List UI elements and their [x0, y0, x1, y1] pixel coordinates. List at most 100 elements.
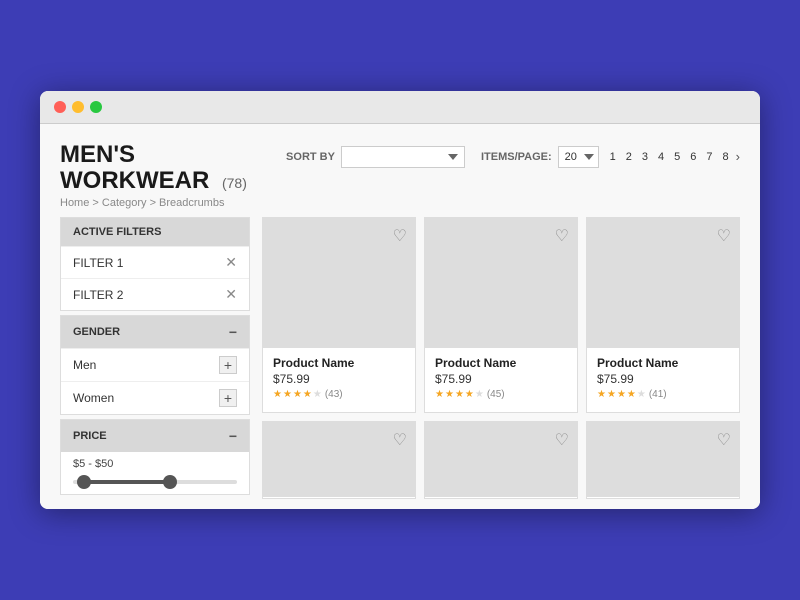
star-3-1: ★ — [597, 389, 606, 400]
star-2-1: ★ — [435, 389, 444, 400]
price-section: PRICE − $5 - $50 — [60, 419, 250, 495]
price-slider-min-thumb[interactable] — [77, 475, 91, 489]
star-2-2: ★ — [445, 389, 454, 400]
page-7[interactable]: 7 — [703, 150, 715, 164]
product-info-3: Product Name $75.99 ★ ★ ★ ★ ★ (41) — [587, 348, 739, 410]
product-image-4: ♡ — [263, 422, 415, 497]
price-label: PRICE — [73, 430, 107, 442]
browser-content: MEN'S WORKWEAR (78) Home > Category > Br… — [40, 124, 760, 510]
minimize-dot[interactable] — [72, 101, 84, 113]
sort-by-control: SORT BY Price: Low to High Price: High t… — [286, 146, 465, 168]
browser-window: MEN'S WORKWEAR (78) Home > Category > Br… — [40, 91, 760, 510]
gender-men-item: Men + — [61, 348, 249, 381]
breadcrumb: Home > Category > Breadcrumbs — [60, 197, 247, 209]
price-header[interactable]: PRICE − — [61, 420, 249, 452]
wishlist-btn-6[interactable]: ♡ — [717, 430, 731, 450]
wishlist-btn-3[interactable]: ♡ — [717, 226, 731, 246]
product-price-1: $75.99 — [273, 372, 405, 386]
star-3-4: ★ — [627, 389, 636, 400]
gender-women-label: Women — [73, 391, 114, 405]
gender-men-label: Men — [73, 358, 96, 372]
active-filters-section: ACTIVE FILTERS FILTER 1 ✕ FILTER 2 ✕ — [60, 217, 250, 311]
page-1[interactable]: 1 — [607, 150, 619, 164]
sidebar: ACTIVE FILTERS FILTER 1 ✕ FILTER 2 ✕ GEN… — [60, 217, 250, 499]
page-3[interactable]: 3 — [639, 150, 651, 164]
page-count: (78) — [222, 175, 247, 191]
star-1-1: ★ — [273, 389, 282, 400]
browser-titlebar — [40, 91, 760, 124]
page-2[interactable]: 2 — [623, 150, 635, 164]
star-3-3: ★ — [617, 389, 626, 400]
product-image-3: ♡ — [587, 218, 739, 348]
price-slider-max-thumb[interactable] — [163, 475, 177, 489]
product-grid: ♡ Product Name $75.99 ★ ★ ★ ★ ★ — [262, 217, 740, 499]
star-1-3: ★ — [293, 389, 302, 400]
pagination-block: ITEMS/PAGE: 20 40 60 1 2 3 4 5 6 — [481, 146, 740, 168]
wishlist-btn-5[interactable]: ♡ — [555, 430, 569, 450]
page-6[interactable]: 6 — [687, 150, 699, 164]
close-dot[interactable] — [54, 101, 66, 113]
product-image-1: ♡ — [263, 218, 415, 348]
star-2-5: ★ — [475, 389, 484, 400]
filter-1-remove[interactable]: ✕ — [225, 254, 237, 271]
product-price-3: $75.99 — [597, 372, 729, 386]
product-rating-2: ★ ★ ★ ★ ★ (45) — [435, 389, 567, 400]
active-filters-label: ACTIVE FILTERS — [73, 226, 161, 238]
rating-count-3: (41) — [649, 389, 667, 400]
active-filters-header: ACTIVE FILTERS — [61, 218, 249, 246]
gender-section: GENDER − Men + Women + — [60, 315, 250, 415]
product-name-3: Product Name — [597, 356, 729, 370]
product-info-2: Product Name $75.99 ★ ★ ★ ★ ★ (45) — [425, 348, 577, 410]
rating-count-2: (45) — [487, 389, 505, 400]
page-title-block: MEN'S WORKWEAR (78) Home > Category > Br… — [60, 142, 247, 210]
wishlist-btn-4[interactable]: ♡ — [393, 430, 407, 450]
product-card-5: ♡ — [424, 421, 578, 500]
price-slider-fill — [81, 480, 171, 484]
wishlist-btn-2[interactable]: ♡ — [555, 226, 569, 246]
items-label: ITEMS/PAGE: — [481, 151, 552, 163]
star-3-5: ★ — [637, 389, 646, 400]
filter-2-remove[interactable]: ✕ — [225, 286, 237, 303]
gender-women-item: Women + — [61, 381, 249, 414]
price-collapse-icon[interactable]: − — [229, 428, 237, 444]
star-1-5: ★ — [313, 389, 322, 400]
gender-men-add[interactable]: + — [219, 356, 237, 374]
page-title: MEN'S WORKWEAR (78) — [60, 142, 247, 195]
items-select[interactable]: 20 40 60 — [558, 146, 599, 168]
star-1-2: ★ — [283, 389, 292, 400]
product-name-2: Product Name — [435, 356, 567, 370]
gender-header[interactable]: GENDER − — [61, 316, 249, 348]
gender-women-add[interactable]: + — [219, 389, 237, 407]
star-2-4: ★ — [465, 389, 474, 400]
filter-2-label: FILTER 2 — [73, 288, 123, 302]
stars-3: ★ ★ ★ ★ ★ — [597, 389, 646, 400]
page-5[interactable]: 5 — [671, 150, 683, 164]
maximize-dot[interactable] — [90, 101, 102, 113]
product-image-6: ♡ — [587, 422, 739, 497]
next-page-arrow[interactable]: › — [736, 149, 740, 164]
product-image-5: ♡ — [425, 422, 577, 497]
header-controls: SORT BY Price: Low to High Price: High t… — [286, 146, 740, 168]
product-image-2: ♡ — [425, 218, 577, 348]
sort-label: SORT BY — [286, 151, 335, 163]
stars-2: ★ ★ ★ ★ ★ — [435, 389, 484, 400]
star-3-2: ★ — [607, 389, 616, 400]
product-name-1: Product Name — [273, 356, 405, 370]
price-range-display: $5 - $50 — [61, 452, 249, 474]
sort-dropdown[interactable]: Price: Low to High Price: High to Low Ne… — [341, 146, 465, 168]
wishlist-btn-1[interactable]: ♡ — [393, 226, 407, 246]
gender-label: GENDER — [73, 326, 120, 338]
star-2-3: ★ — [455, 389, 464, 400]
star-1-4: ★ — [303, 389, 312, 400]
rating-count-1: (43) — [325, 389, 343, 400]
main-layout: ACTIVE FILTERS FILTER 1 ✕ FILTER 2 ✕ GEN… — [60, 217, 740, 499]
filter-1-label: FILTER 1 — [73, 256, 123, 270]
product-card-2: ♡ Product Name $75.99 ★ ★ ★ ★ ★ — [424, 217, 578, 413]
price-slider-track[interactable] — [73, 480, 237, 484]
page-4[interactable]: 4 — [655, 150, 667, 164]
gender-collapse-icon[interactable]: − — [229, 324, 237, 340]
page-8[interactable]: 8 — [720, 150, 732, 164]
filter-1-item: FILTER 1 ✕ — [61, 246, 249, 278]
page-header: MEN'S WORKWEAR (78) Home > Category > Br… — [60, 142, 740, 210]
title-line1: MEN'S — [60, 141, 135, 168]
